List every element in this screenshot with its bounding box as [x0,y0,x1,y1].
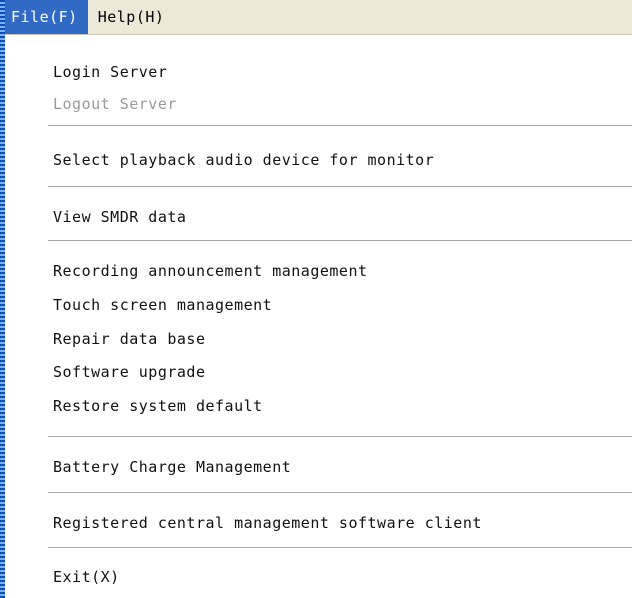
menu-separator [48,492,632,494]
menu-bar: File(F) Help(H) [5,0,632,35]
menu-separator [48,240,632,242]
menu-item-logout-server: Logout Server [53,95,177,113]
menu-item-view-smdr-data[interactable]: View SMDR data [53,204,186,230]
menu-separator [48,186,632,188]
menu-item-software-upgrade[interactable]: Software upgrade [53,359,206,385]
menu-item-recording-announcement-management[interactable]: Recording announcement management [53,258,368,284]
menu-item-exit[interactable]: Exit(X) [53,564,120,590]
menu-separator [48,436,632,438]
menu-item-repair-data-base[interactable]: Repair data base [53,326,206,352]
menu-item-login-server[interactable]: Login Server [53,59,167,85]
menu-item-battery-charge-management[interactable]: Battery Charge Management [53,454,291,480]
menu-item-restore-system-default[interactable]: Restore system default [53,393,263,419]
menu-item-touch-screen-management[interactable]: Touch screen management [53,292,272,318]
help-menu[interactable]: Help(H) [88,0,175,34]
menu-separator [48,547,632,549]
file-menu[interactable]: File(F) [5,0,88,34]
menu-item-registered-central-management-client[interactable]: Registered central management software c… [53,510,482,536]
menu-item-select-playback-audio-device[interactable]: Select playback audio device for monitor [53,147,434,173]
menu-separator [48,125,632,127]
file-dropdown-menu: Login Server Logout Server Select playba… [5,35,632,598]
